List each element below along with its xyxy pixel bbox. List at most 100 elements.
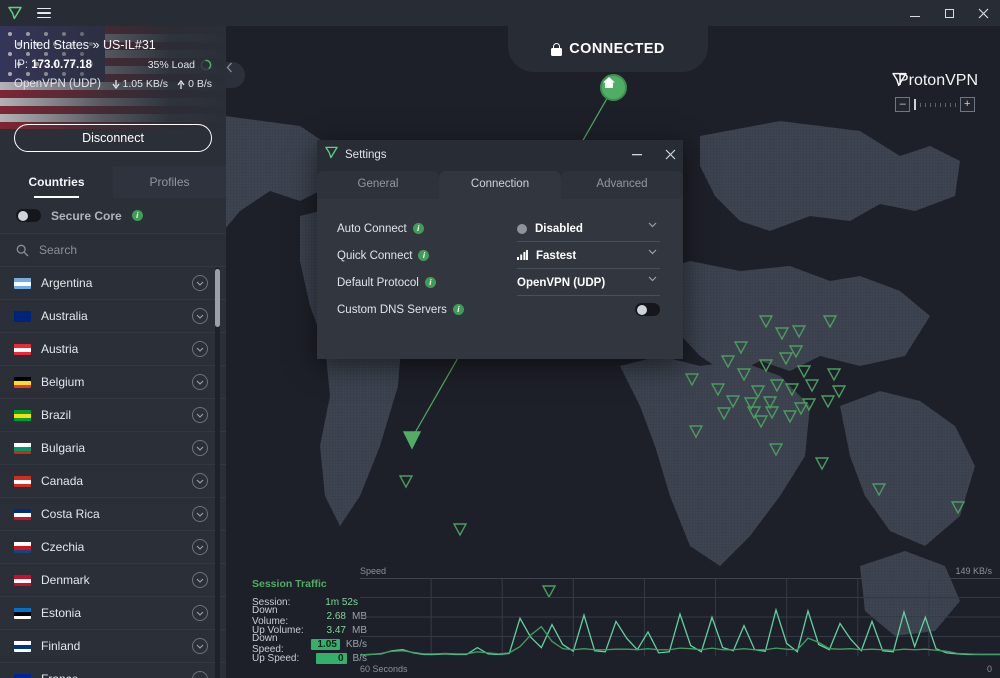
chevron-down-icon[interactable] [648, 242, 657, 260]
info-icon[interactable]: i [452, 304, 464, 315]
tab-general[interactable]: General [317, 169, 439, 199]
hamburger-menu-icon[interactable] [30, 5, 58, 22]
chevron-down-icon[interactable] [192, 506, 208, 522]
map-zoom-control[interactable]: – + [892, 97, 978, 112]
window-close-button[interactable] [966, 0, 1000, 26]
traffic-value: 0 [315, 652, 347, 664]
country-flag-icon [14, 409, 31, 421]
disconnect-button[interactable]: Disconnect [14, 124, 212, 152]
list-item[interactable]: Denmark [0, 564, 226, 597]
info-icon[interactable]: i [418, 250, 430, 261]
window-maximize-button[interactable] [932, 0, 966, 26]
window-minimize-button[interactable] [898, 0, 932, 26]
list-item[interactable]: Finland [0, 630, 226, 663]
list-item[interactable]: Australia [0, 300, 226, 333]
chevron-down-icon[interactable] [192, 605, 208, 621]
chevron-down-icon[interactable] [192, 572, 208, 588]
upload-speed-value: 0 B/s [188, 78, 212, 90]
chevron-down-icon[interactable] [192, 341, 208, 357]
zoom-slider[interactable] [914, 98, 956, 112]
list-item[interactable]: Bulgaria [0, 432, 226, 465]
ip-value: 173.0.77.18 [31, 59, 93, 71]
chevron-down-icon[interactable] [192, 638, 208, 654]
sidebar-item-profiles[interactable]: Profiles [113, 166, 226, 198]
sidebar-item-countries[interactable]: Countries [0, 166, 113, 198]
gray-dot-icon [517, 223, 527, 234]
info-icon[interactable]: i [131, 210, 143, 221]
settings-minimize-button[interactable] [624, 140, 650, 169]
brand-name: ProtonVPN [897, 72, 978, 89]
traffic-graph-panel: Session Traffic Session: 1m 52s Down Vol… [226, 558, 1000, 678]
custom-dns-toggle-wrap [517, 296, 663, 323]
info-icon[interactable]: i [412, 223, 424, 234]
home-pin-icon[interactable] [600, 74, 627, 101]
traffic-value: 1m 52s [325, 596, 358, 608]
chevron-down-icon[interactable] [192, 671, 208, 678]
country-flag-icon [14, 343, 31, 355]
list-item[interactable]: Estonia [0, 597, 226, 630]
connected-server-name: United States » US-IL#31 [14, 38, 156, 52]
auto-connect-dropdown[interactable]: Disabled [517, 215, 663, 242]
setting-row-auto-connect: Auto Connect i Disabled [337, 215, 663, 242]
country-flag-icon [14, 574, 31, 586]
ip-address: IP: 173.0.77.18 [14, 59, 92, 71]
tab-countries-label: Countries [28, 175, 85, 189]
country-list[interactable]: Argentina Australia Austria Belgium Brazil Bu… [0, 267, 226, 678]
secure-core-row[interactable]: Secure Core i [0, 198, 226, 234]
auto-connect-value: Disabled [535, 222, 583, 235]
chevron-down-icon[interactable] [648, 269, 657, 287]
tab-connection[interactable]: Connection [439, 169, 561, 199]
brand-block: ProtonVPN – + [892, 72, 978, 112]
chevron-down-icon[interactable] [192, 473, 208, 489]
chevron-down-icon[interactable] [192, 440, 208, 456]
quick-connect-dropdown[interactable]: Fastest [517, 242, 663, 269]
chevron-down-icon[interactable] [648, 215, 657, 233]
tab-advanced-label: Advanced [596, 178, 648, 190]
list-item[interactable]: Austria [0, 333, 226, 366]
zoom-in-button[interactable]: + [959, 97, 975, 112]
custom-dns-toggle[interactable] [635, 303, 660, 316]
load-ring-icon [200, 59, 212, 71]
country-name: Costa Rica [41, 507, 100, 521]
connection-status-banner: CONNECTED [508, 26, 708, 72]
server-load: 35% Load [148, 59, 212, 71]
secure-core-toggle[interactable] [16, 209, 41, 222]
list-item[interactable]: Argentina [0, 267, 226, 300]
chevron-down-icon[interactable] [192, 275, 208, 291]
list-item[interactable]: Czechia [0, 531, 226, 564]
country-list-scrollbar-thumb[interactable] [215, 269, 220, 327]
speed-indicators: 1.05 KB/s 0 B/s [112, 78, 212, 90]
search-bar[interactable]: Search [0, 234, 226, 267]
country-list-scrollbar-track[interactable] [215, 267, 220, 678]
country-flag-icon [14, 376, 31, 388]
chevron-down-icon[interactable] [192, 308, 208, 324]
traffic-label: Up Speed: [252, 652, 300, 664]
sidebar-tabs[interactable]: Countries Profiles [0, 166, 226, 198]
settings-body: Auto Connect i Disabled Quick Connect i [317, 199, 683, 359]
chevron-down-icon[interactable] [192, 374, 208, 390]
chevron-down-icon[interactable] [192, 407, 208, 423]
tab-advanced[interactable]: Advanced [561, 169, 683, 199]
zoom-out-button[interactable]: – [895, 97, 911, 112]
country-flag-icon [14, 277, 31, 289]
list-item[interactable]: Costa Rica [0, 498, 226, 531]
list-item[interactable]: Canada [0, 465, 226, 498]
settings-dialog[interactable]: Settings General Connection Advanced Aut [317, 140, 683, 359]
settings-tabs[interactable]: General Connection Advanced [317, 169, 683, 199]
default-protocol-label: Default Protocol [337, 276, 419, 289]
speed-chart [360, 578, 1000, 656]
list-item[interactable]: Belgium [0, 366, 226, 399]
connection-status-text: CONNECTED [569, 41, 665, 57]
chevron-down-icon[interactable] [192, 539, 208, 555]
list-item[interactable]: Brazil [0, 399, 226, 432]
list-item[interactable]: France [0, 663, 226, 678]
settings-close-button[interactable] [657, 140, 683, 169]
setting-row-default-protocol: Default Protocol i OpenVPN (UDP) [337, 269, 663, 296]
search-input[interactable]: Search [39, 243, 77, 257]
protonvpn-window: CONNECTED ProtonVPN – + Session Traffic … [0, 0, 1000, 678]
default-protocol-dropdown[interactable]: OpenVPN (UDP) [517, 269, 663, 296]
country-name: Denmark [41, 573, 90, 587]
traffic-row: Up Speed: 0 B/s [252, 651, 367, 665]
setting-row-quick-connect: Quick Connect i Fastest [337, 242, 663, 269]
info-icon[interactable]: i [424, 277, 436, 288]
